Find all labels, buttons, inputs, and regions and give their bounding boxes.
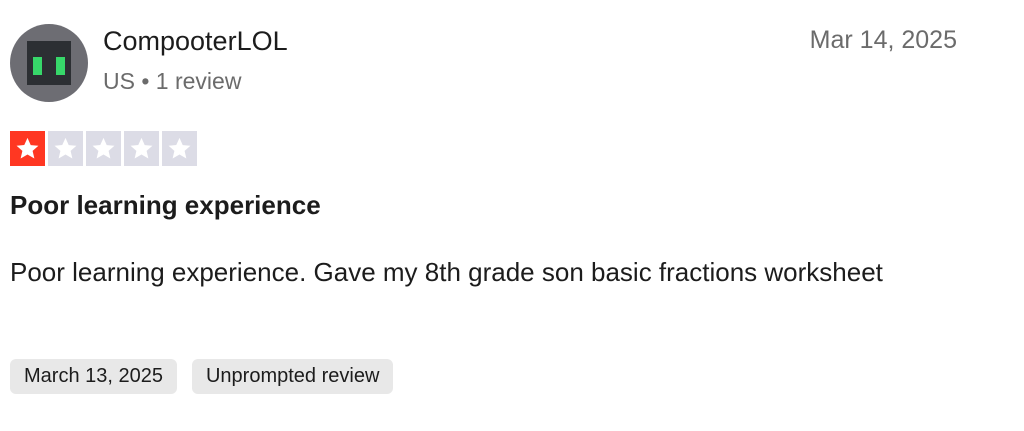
star-empty-icon <box>86 131 121 166</box>
avatar[interactable] <box>10 24 88 102</box>
review-title: Poor learning experience <box>10 190 321 220</box>
star-filled-icon <box>10 131 45 166</box>
review-tags: March 13, 2025 Unprompted review <box>10 359 394 394</box>
reviewer-country: US <box>103 68 135 94</box>
star-empty-icon <box>162 131 197 166</box>
star-empty-icon <box>124 131 159 166</box>
robot-face-icon <box>27 41 71 85</box>
star-rating <box>10 131 197 166</box>
star-empty-icon <box>48 131 83 166</box>
reviewer-review-count: 1 review <box>155 68 242 94</box>
meta-separator: • <box>141 68 150 94</box>
avatar-right-eye <box>56 57 65 75</box>
review-card: CompooterLOL US • 1 review Mar 14, 2025 … <box>0 0 1024 431</box>
tag-unprompted-review[interactable]: Unprompted review <box>191 359 394 394</box>
review-body: Poor learning experience. Gave my 8th gr… <box>10 257 883 287</box>
review-date: Mar 14, 2025 <box>809 26 957 54</box>
avatar-left-eye <box>33 57 42 75</box>
tag-experience-date: March 13, 2025 <box>10 359 177 394</box>
reviewer-meta: US • 1 review <box>103 68 241 95</box>
reviewer-name[interactable]: CompooterLOL <box>103 26 288 57</box>
